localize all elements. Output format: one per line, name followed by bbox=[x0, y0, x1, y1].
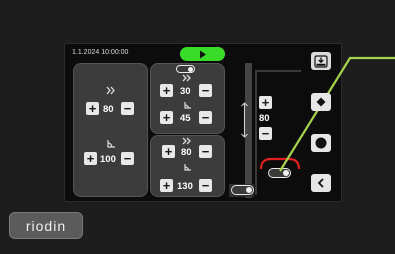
play-icon bbox=[199, 50, 206, 58]
base-toggle[interactable] bbox=[231, 185, 254, 195]
back-button[interactable] bbox=[311, 174, 331, 192]
record-icon bbox=[315, 137, 327, 149]
left-lower-minus-button[interactable]: − bbox=[121, 152, 134, 165]
right-top-minus-button-2[interactable]: − bbox=[199, 111, 212, 124]
right-bottom-plus-button-1[interactable]: + bbox=[162, 145, 175, 158]
right-top-minus-button-1[interactable]: − bbox=[199, 84, 212, 97]
date-time-display: 1.1.2024 10:00:00 bbox=[72, 49, 129, 56]
right-top-value-2: 45 bbox=[180, 113, 191, 124]
right-top-panel-toggle[interactable] bbox=[176, 65, 195, 73]
right-top-plus-button-1[interactable]: + bbox=[160, 84, 173, 97]
fast-forward-icon bbox=[106, 86, 115, 95]
angle-icon bbox=[184, 102, 191, 109]
angle-icon bbox=[184, 164, 191, 171]
stop-button[interactable] bbox=[311, 134, 331, 152]
vertical-arrows-icon bbox=[241, 102, 248, 138]
riodin-logo: riodin bbox=[9, 212, 83, 239]
right-top-value-1: 30 bbox=[180, 86, 191, 97]
left-settings-panel bbox=[73, 63, 148, 197]
download-button[interactable] bbox=[311, 52, 331, 70]
right-bottom-minus-button-1[interactable]: − bbox=[199, 145, 212, 158]
fast-forward-icon bbox=[182, 74, 191, 82]
left-upper-plus-button[interactable]: + bbox=[86, 102, 99, 115]
frame-line-left bbox=[255, 70, 257, 195]
left-upper-minus-button[interactable]: − bbox=[121, 102, 134, 115]
callout-line bbox=[279, 56, 395, 172]
right-bottom-value-2: 130 bbox=[177, 181, 193, 192]
right-bottom-plus-button-2[interactable]: + bbox=[160, 179, 173, 192]
center-value: 80 bbox=[259, 113, 270, 124]
right-bottom-minus-button-2[interactable]: − bbox=[199, 179, 212, 192]
start-button[interactable] bbox=[180, 47, 225, 61]
chevron-left-icon bbox=[317, 178, 324, 188]
left-lower-plus-button[interactable]: + bbox=[84, 152, 97, 165]
left-lower-value: 100 bbox=[100, 154, 116, 165]
left-upper-value: 80 bbox=[103, 104, 114, 115]
download-icon bbox=[314, 54, 328, 68]
right-top-plus-button-2[interactable]: + bbox=[160, 111, 173, 124]
step-forward-button[interactable] bbox=[311, 93, 331, 111]
fast-forward-icon bbox=[182, 137, 191, 145]
diamond-icon bbox=[316, 97, 326, 107]
right-bottom-value-1: 80 bbox=[181, 147, 192, 158]
angle-icon bbox=[107, 140, 115, 148]
